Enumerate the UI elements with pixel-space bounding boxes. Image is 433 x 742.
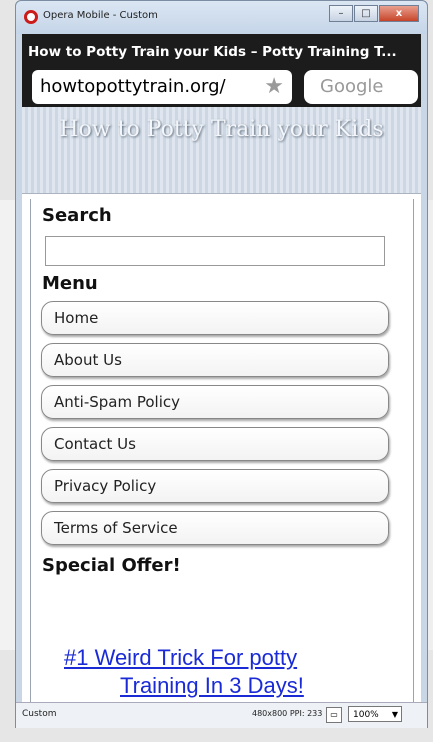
zoom-value: 100% — [353, 710, 379, 720]
window-title: Opera Mobile - Custom — [43, 10, 158, 21]
menu-item-label: About Us — [54, 351, 122, 369]
address-bar[interactable]: howtopottytrain.org/ ★ — [32, 70, 292, 104]
tab-title[interactable]: How to Potty Train your Kids – Potty Tra… — [28, 44, 418, 60]
mobile-screen: How to Potty Train your Kids – Potty Tra… — [22, 34, 421, 702]
screen-rotate-icon[interactable]: ▭ — [326, 707, 342, 723]
resolution-label: 480x800 PPI: 233 — [252, 709, 323, 718]
menu-item-about-us[interactable]: About Us — [41, 343, 389, 377]
search-engine-placeholder: Google — [320, 76, 384, 97]
emulator-window: Opera Mobile - Custom – □ x How to Potty… — [15, 0, 428, 728]
zoom-select[interactable]: 100% ▼ — [348, 706, 402, 722]
menu-item-label: Privacy Policy — [54, 477, 157, 495]
close-button[interactable]: x — [379, 5, 419, 22]
search-input[interactable] — [45, 236, 385, 266]
chevron-down-icon: ▼ — [391, 710, 398, 719]
search-engine-field[interactable]: Google — [304, 70, 418, 104]
address-text: howtopottytrain.org/ — [40, 76, 226, 97]
sidebar-panel: Search Menu Home About Us Anti-Spam Poli… — [30, 199, 414, 702]
ad-line-1[interactable]: #1 Weird Trick For potty — [64, 645, 297, 671]
special-offer-heading: Special Offer! — [42, 555, 181, 576]
page-content: How to Potty Train your Kids Search Menu… — [22, 107, 421, 702]
menu-item-privacy-policy[interactable]: Privacy Policy — [41, 469, 389, 503]
menu-item-home[interactable]: Home — [41, 301, 389, 335]
window-controls: – □ x — [328, 5, 419, 22]
menu-item-label: Contact Us — [54, 435, 136, 453]
window-titlebar[interactable]: Opera Mobile - Custom – □ x — [16, 1, 427, 34]
menu-item-contact-us[interactable]: Contact Us — [41, 427, 389, 461]
menu-item-terms-of-service[interactable]: Terms of Service — [41, 511, 389, 545]
profile-label: Custom — [22, 709, 57, 719]
menu-item-anti-spam-policy[interactable]: Anti-Spam Policy — [41, 385, 389, 419]
bookmark-star-icon[interactable]: ★ — [264, 74, 284, 99]
emulator-statusbar: Custom 480x800 PPI: 233 ▭ 100% ▼ — [16, 702, 427, 728]
site-banner[interactable]: How to Potty Train your Kids — [22, 107, 421, 194]
opera-logo-icon — [24, 10, 38, 24]
menu-item-label: Anti-Spam Policy — [54, 393, 180, 411]
search-heading: Search — [42, 205, 112, 226]
site-title: How to Potty Train your Kids — [59, 117, 384, 142]
ad-line-2[interactable]: Training In 3 Days! — [120, 673, 304, 699]
minimize-button[interactable]: – — [329, 5, 353, 22]
menu-heading: Menu — [42, 273, 98, 294]
menu-item-label: Terms of Service — [54, 519, 178, 537]
menu-item-label: Home — [54, 309, 99, 327]
ad-banner[interactable]: #1 Weird Trick For potty Training In 3 D… — [50, 645, 370, 702]
maximize-button[interactable]: □ — [354, 5, 378, 22]
